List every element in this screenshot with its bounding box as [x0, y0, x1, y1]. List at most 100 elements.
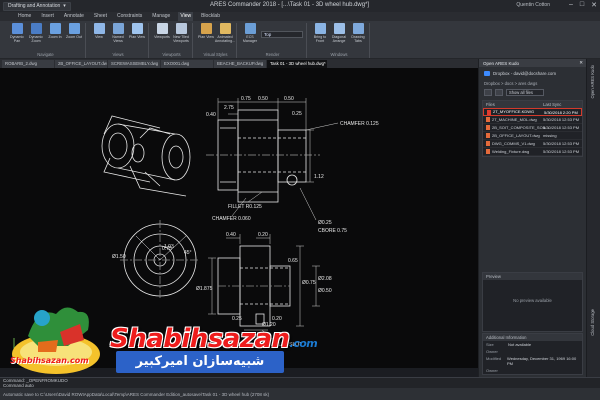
- file-sync: 5/30/2018 2:20 PM: [544, 109, 578, 115]
- file-name: 2B_OFFICE_LAYOUT.dwg: [492, 132, 540, 138]
- preview-pane: Preview No preview available: [482, 272, 583, 332]
- doc-tab-active[interactable]: Task 01 - 3D wheel hub.dwg*: [267, 60, 327, 68]
- file-filter-select[interactable]: Show all files: [506, 89, 544, 96]
- doc-tab[interactable]: 2B_OFFICE_LAYOUT.dwg: [55, 60, 107, 68]
- plan-view-button[interactable]: Plan View: [129, 23, 145, 39]
- file-row[interactable]: 2B_OFFICE_LAYOUT.dwg missing: [483, 132, 582, 140]
- panel-visual-styles: Plan View Animated Annotating... Visual …: [195, 23, 237, 58]
- render-view-select[interactable]: Top: [261, 31, 303, 38]
- file-sync: 5/30/2018 12:53 PM: [543, 149, 580, 154]
- info-key: Owner: [486, 349, 498, 354]
- tool-label: Plan View: [129, 35, 145, 39]
- bring-to-front-button[interactable]: Bring to Front: [312, 23, 328, 43]
- tab-sheet[interactable]: Sheet: [92, 12, 109, 21]
- close-icon[interactable]: ✕: [591, 1, 597, 9]
- file-row[interactable]: 2T_MYOFFICE.KDWG 5/30/2018 2:20 PM: [483, 108, 582, 116]
- dim-label: 1.03: [164, 244, 174, 250]
- view-button[interactable]: View: [91, 23, 107, 39]
- dwg-file-icon: [486, 141, 490, 147]
- tool-label: Zoom Out: [66, 35, 82, 39]
- kudo-toolbar: Show all files: [479, 89, 586, 96]
- viewports-button[interactable]: Viewports: [154, 23, 170, 39]
- doc-tab[interactable]: SCREWASSEMBLY.dwg: [108, 60, 160, 68]
- back-button[interactable]: [484, 89, 492, 96]
- ecs-manager-button[interactable]: ECS Manager: [242, 23, 258, 43]
- user-name[interactable]: Quentin Cotton: [516, 2, 550, 8]
- file-sync: 5/30/2018 12:53 PM: [543, 125, 580, 130]
- chevron-down-icon: ▾: [63, 3, 66, 9]
- tool-label: View: [95, 35, 103, 39]
- side-section: [217, 245, 291, 327]
- note-label: FILLET R0.125: [228, 204, 262, 210]
- file-row[interactable]: Welding_Fixture.dwg 5/30/2018 12:53 PM: [483, 148, 582, 156]
- preview-message: No preview available: [513, 298, 552, 303]
- minimize-icon[interactable]: –: [569, 1, 573, 9]
- dwg-file-icon: [487, 109, 491, 115]
- dynamic-zoom-button[interactable]: Dynamic Zoom: [28, 23, 44, 43]
- dim-label: 0.50: [284, 96, 294, 102]
- doc-tab[interactable]: ROBARB_2.dwg: [2, 60, 54, 68]
- tab-manage[interactable]: Manage: [150, 12, 172, 21]
- file-row[interactable]: DWG_COMMS_V1.dwg 5/30/2018 12:53 PM: [483, 140, 582, 148]
- dim-label: 45°: [184, 250, 192, 256]
- info-value: Wednesday, December 31, 1969 16:00 PM: [506, 356, 577, 366]
- dim-label: 0.20: [272, 316, 282, 322]
- side-tab-cloud-storage[interactable]: Cloud Storage: [590, 309, 598, 336]
- tool-label: Animated Annotating...: [214, 35, 236, 43]
- watermark-word-a: Shabih: [110, 324, 208, 354]
- bring-front-icon: [314, 23, 326, 34]
- close-icon[interactable]: ✕: [579, 60, 583, 66]
- side-tab-kudo[interactable]: Open ARES Kudo: [590, 65, 598, 99]
- storage-account[interactable]: Dropbox - david@docshare.com: [479, 69, 586, 78]
- file-row[interactable]: 2B_SOIT_COMPOSITE_SOIL... 5/30/2018 12:53…: [483, 124, 582, 132]
- doc-tab[interactable]: EXO001.dwg: [161, 60, 213, 68]
- file-name: Welding_Fixture.dwg: [492, 148, 530, 154]
- tiled-viewports-button[interactable]: New Tiled Viewports: [173, 23, 189, 43]
- view-cube-icon: [93, 23, 105, 34]
- info-value: Not available: [508, 342, 532, 347]
- dim-label: 0.65: [288, 258, 298, 264]
- arrange-icon: [333, 23, 345, 34]
- drawing-tabs-button[interactable]: Drawing Tabs: [350, 23, 366, 43]
- additional-info-pane: Additional Information Size Not available…: [482, 333, 583, 375]
- tab-view[interactable]: View: [178, 12, 194, 21]
- tab-home[interactable]: Home: [16, 12, 33, 21]
- tab-blocklab[interactable]: Blocklab: [199, 12, 222, 21]
- plan-view-style-button[interactable]: Plan View: [198, 23, 214, 39]
- window-title: ARES Commander 2018 - [...\Task 01 - 3D …: [210, 2, 370, 8]
- animated-annotating-button[interactable]: Animated Annotating...: [214, 23, 236, 43]
- tool-label: Drawing Tabs: [351, 35, 365, 43]
- named-views-button[interactable]: Named Views: [110, 23, 126, 43]
- zoom-out-button[interactable]: Zoom Out: [66, 23, 82, 39]
- zoom-in-button[interactable]: Zoom In: [47, 23, 63, 39]
- dim-label: 0.40: [226, 232, 236, 238]
- panel-name: Viewports: [162, 52, 181, 57]
- file-sync: 5/30/2018 12:53 PM: [543, 141, 580, 146]
- plan-view-icon: [131, 23, 143, 34]
- file-row[interactable]: 2T_MACHINE_MOL.dwg 5/30/2018 12:53 PM: [483, 116, 582, 124]
- column-header[interactable]: Last Sync: [543, 102, 561, 107]
- named-views-icon: [112, 23, 124, 34]
- watermark-brand: Shabihsazan.com: [110, 324, 318, 354]
- tab-constraints[interactable]: Constraints: [115, 12, 144, 21]
- dim-label: Ø2.08: [318, 276, 332, 282]
- refresh-button[interactable]: [495, 89, 503, 96]
- kudo-panel: Open ARES Kudo ✕ Dropbox - david@docshar…: [478, 59, 586, 377]
- diagonal-arrange-button[interactable]: Diagonal Arrange: [331, 23, 347, 43]
- tab-insert[interactable]: Insert: [39, 12, 56, 21]
- maximize-icon[interactable]: □: [580, 1, 584, 9]
- dim-label: 1.12: [314, 174, 324, 180]
- visual-style-icon: [200, 23, 212, 34]
- panel-windows: Bring to Front Diagonal Arrange Drawing …: [309, 23, 370, 58]
- breadcrumb[interactable]: Dropbox > docs > ares dwgs: [479, 81, 586, 86]
- dwg-file-icon: [486, 149, 490, 155]
- dynamic-pan-button[interactable]: Dynamic Pan: [9, 23, 25, 43]
- tabs-icon: [352, 23, 364, 34]
- dim-label: 0.50: [258, 96, 268, 102]
- isometric-hub: [101, 115, 191, 197]
- file-name: 2B_SOIT_COMPOSITE_SOIL...: [492, 124, 550, 130]
- doc-tab[interactable]: BEACHE_BACKUP.dwg: [214, 60, 266, 68]
- column-header[interactable]: Files: [483, 102, 543, 107]
- tab-annotate[interactable]: Annotate: [62, 12, 86, 21]
- workspace-selector[interactable]: Drafting and Annotation ▾: [3, 1, 71, 11]
